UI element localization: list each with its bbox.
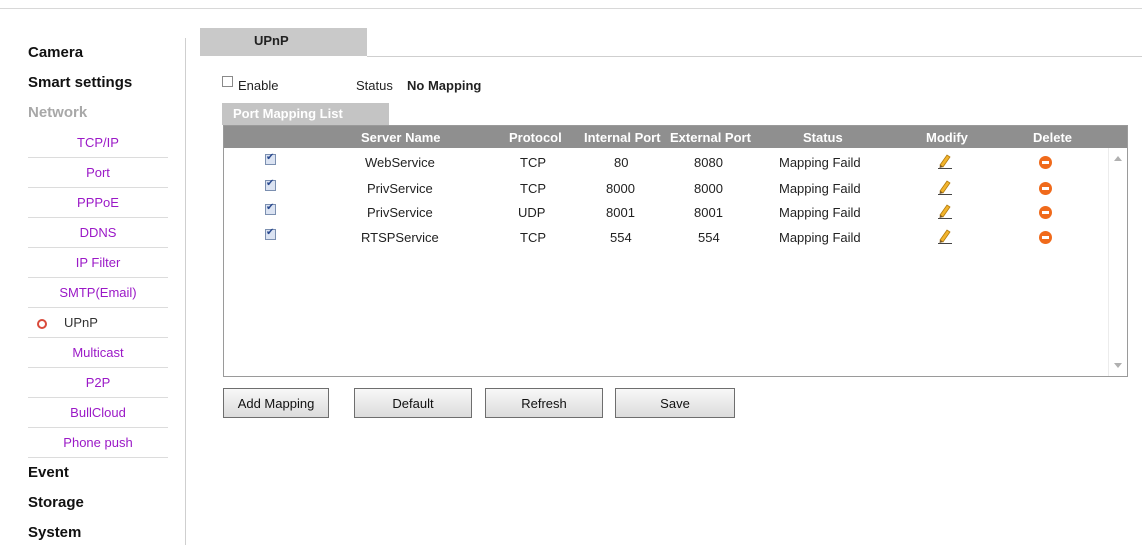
status-cell: Mapping Faild xyxy=(779,181,861,196)
add-mapping-button[interactable]: Add Mapping xyxy=(223,388,329,418)
row-checkbox[interactable] xyxy=(265,152,276,165)
sidebar-category-camera[interactable]: Camera xyxy=(0,38,185,68)
external-port-cell: 8080 xyxy=(694,155,723,170)
sidebar-item-multicast[interactable]: Multicast xyxy=(28,338,168,368)
port-mapping-list-tab: Port Mapping List xyxy=(222,103,389,125)
active-marker-icon xyxy=(37,319,47,329)
internal-port-cell: 8001 xyxy=(606,205,635,220)
sidebar-item-label: UPnP xyxy=(64,315,98,330)
protocol-cell: TCP xyxy=(520,155,546,170)
external-port-cell: 554 xyxy=(698,230,720,245)
sidebar-item-phone-push[interactable]: Phone push xyxy=(28,428,168,458)
sidebar-item-smtp-email[interactable]: SMTP(Email) xyxy=(28,278,168,308)
edit-pencil-icon[interactable] xyxy=(938,203,952,219)
protocol-cell: UDP xyxy=(518,205,546,220)
status-cell: Mapping Faild xyxy=(779,205,861,220)
sidebar-divider xyxy=(185,38,186,545)
sidebar-category-network[interactable]: Network xyxy=(0,98,185,128)
header-internal-port: Internal Port xyxy=(584,130,661,145)
table-row: RTSPService TCP 554 554 Mapping Faild xyxy=(224,225,1104,251)
enable-label: Enable xyxy=(238,78,279,93)
header-delete: Delete xyxy=(1033,130,1073,145)
internal-port-cell: 8000 xyxy=(606,181,635,196)
external-port-cell: 8001 xyxy=(694,205,723,220)
delete-icon[interactable] xyxy=(1039,206,1052,219)
sidebar-nav: Camera Smart settings Network TCP/IP Por… xyxy=(0,38,185,548)
external-port-cell: 8000 xyxy=(694,181,723,196)
server-name-cell: WebService xyxy=(365,155,435,170)
row-checkbox[interactable] xyxy=(265,202,276,215)
protocol-cell: TCP xyxy=(520,181,546,196)
scroll-up-arrow-icon[interactable] xyxy=(1114,156,1122,161)
sidebar-category-event[interactable]: Event xyxy=(0,458,185,488)
header-external-port: External Port xyxy=(670,130,751,145)
internal-port-cell: 554 xyxy=(610,230,632,245)
sidebar-item-ip-filter[interactable]: IP Filter xyxy=(28,248,168,278)
status-label: Status xyxy=(356,78,393,93)
sidebar-category-smart-settings[interactable]: Smart settings xyxy=(0,68,185,98)
delete-icon[interactable] xyxy=(1039,156,1052,169)
edit-pencil-icon[interactable] xyxy=(938,153,952,169)
protocol-cell: TCP xyxy=(520,230,546,245)
table-scrollbar[interactable] xyxy=(1108,148,1127,376)
header-modify: Modify xyxy=(926,130,968,145)
sidebar-item-upnp[interactable]: UPnP xyxy=(28,308,168,338)
default-button[interactable]: Default xyxy=(354,388,472,418)
tab-upnp[interactable]: UPnP xyxy=(200,28,367,56)
table-header: Server Name Protocol Internal Port Exter… xyxy=(224,126,1127,148)
sidebar-item-ddns[interactable]: DDNS xyxy=(28,218,168,248)
sidebar-item-tcpip[interactable]: TCP/IP xyxy=(28,128,168,158)
row-checkbox[interactable] xyxy=(265,227,276,240)
table-row: WebService TCP 80 8080 Mapping Faild xyxy=(224,150,1104,176)
delete-icon[interactable] xyxy=(1039,182,1052,195)
row-checkbox[interactable] xyxy=(265,178,276,191)
status-cell: Mapping Faild xyxy=(779,230,861,245)
table-row: PrivService TCP 8000 8000 Mapping Faild xyxy=(224,176,1104,202)
sidebar-item-p2p[interactable]: P2P xyxy=(28,368,168,398)
server-name-cell: PrivService xyxy=(367,205,433,220)
status-cell: Mapping Faild xyxy=(779,155,861,170)
refresh-button[interactable]: Refresh xyxy=(485,388,603,418)
edit-pencil-icon[interactable] xyxy=(938,228,952,244)
scroll-down-arrow-icon[interactable] xyxy=(1114,363,1122,368)
table-row: PrivService UDP 8001 8001 Mapping Faild xyxy=(224,200,1104,226)
edit-pencil-icon[interactable] xyxy=(938,179,952,195)
internal-port-cell: 80 xyxy=(614,155,629,170)
sidebar-category-system[interactable]: System xyxy=(0,518,185,548)
delete-icon[interactable] xyxy=(1039,231,1052,244)
sidebar-item-pppoe[interactable]: PPPoE xyxy=(28,188,168,218)
sidebar-item-bullcloud[interactable]: BullCloud xyxy=(28,398,168,428)
server-name-cell: RTSPService xyxy=(361,230,439,245)
port-mapping-table: Server Name Protocol Internal Port Exter… xyxy=(223,125,1128,377)
tab-underline xyxy=(367,56,1142,57)
sidebar-item-port[interactable]: Port xyxy=(28,158,168,188)
server-name-cell: PrivService xyxy=(367,181,433,196)
enable-checkbox[interactable] xyxy=(222,76,233,87)
status-value: No Mapping xyxy=(407,78,482,93)
top-divider xyxy=(0,8,1142,9)
header-server-name: Server Name xyxy=(361,130,441,145)
sidebar-category-storage[interactable]: Storage xyxy=(0,488,185,518)
header-status: Status xyxy=(803,130,843,145)
header-protocol: Protocol xyxy=(509,130,562,145)
save-button[interactable]: Save xyxy=(615,388,735,418)
